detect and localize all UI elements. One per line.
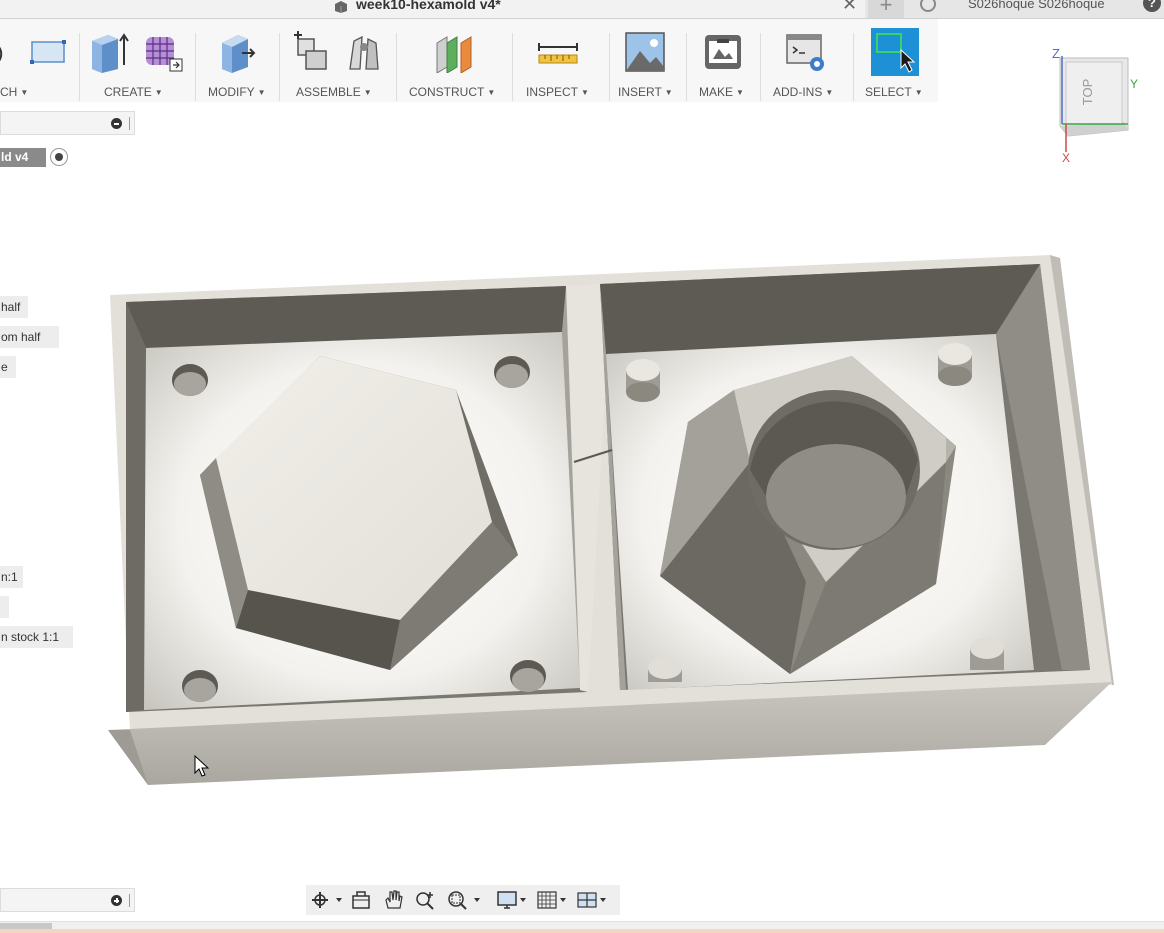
toolbar-group-construct: CONSTRUCT ▼ <box>397 19 509 102</box>
browser-item[interactable]: e <box>0 356 16 378</box>
viewcube-axis-x: X <box>1062 151 1070 165</box>
pan-icon[interactable] <box>382 890 404 910</box>
viewcube-axis-z: Z <box>1052 46 1060 61</box>
mouse-cursor-icon <box>194 755 210 777</box>
toolbar-label-inspect[interactable]: INSPECT ▼ <box>526 85 589 99</box>
toolbar-label-construct[interactable]: CONSTRUCT ▼ <box>409 85 495 99</box>
toolbar-label-create[interactable]: CREATE ▼ <box>104 85 163 99</box>
insert-image-icon[interactable] <box>624 31 666 73</box>
active-component-radio-icon[interactable] <box>50 148 68 166</box>
print-3d-icon[interactable] <box>703 31 743 73</box>
document-tab[interactable]: week10-hexamold v4* ✕ <box>0 0 865 18</box>
extrude-box-icon[interactable] <box>88 31 132 73</box>
orbit-icon[interactable] <box>310 890 346 910</box>
mold-model-viewport[interactable] <box>100 250 1120 795</box>
toolbar-label-modify[interactable]: MODIFY ▼ <box>208 85 266 99</box>
title-tab-bar: week10-hexamold v4* ✕ + S026hoque S026ho… <box>0 0 1164 19</box>
document-title: week10-hexamold v4* <box>356 0 501 12</box>
viewports-icon[interactable] <box>576 890 612 910</box>
fit-icon[interactable] <box>446 890 486 910</box>
offset-plane-icon[interactable] <box>433 31 475 73</box>
main-toolbar: CH ▼ CREATE ▼ MODIFY ▼ ASSEMBLE ▼ CONSTR… <box>0 19 938 102</box>
toolbar-label-sketch[interactable]: CH ▼ <box>0 85 28 99</box>
joint-icon[interactable] <box>344 31 384 73</box>
browser-item[interactable]: om half <box>0 326 59 348</box>
panel-grip-handle[interactable] <box>129 117 130 130</box>
look-at-icon[interactable] <box>350 890 372 910</box>
browser-document-node[interactable]: ld v4 <box>0 148 46 167</box>
press-pull-icon[interactable] <box>216 31 258 73</box>
comments-panel-header <box>0 888 135 912</box>
select-window-icon[interactable] <box>871 28 919 76</box>
sketch-rectangle-icon[interactable] <box>28 39 68 67</box>
toolbar-label-select[interactable]: SELECT ▼ <box>865 85 923 99</box>
document-cube-icon <box>335 1 347 13</box>
zoom-icon[interactable] <box>414 890 436 910</box>
collapse-browser-icon[interactable] <box>111 118 122 129</box>
toolbar-group-sketch: CH ▼ <box>0 19 78 102</box>
viewcube-face-label[interactable]: TOP <box>1080 79 1095 106</box>
grid-icon[interactable] <box>536 890 572 910</box>
toolbar-group-add-ins: ADD-INS ▼ <box>761 19 853 102</box>
display-settings-icon[interactable] <box>496 890 532 910</box>
panel-grip-handle[interactable] <box>129 894 130 907</box>
scripts-addins-icon[interactable] <box>785 31 827 73</box>
left-cavity <box>126 286 588 712</box>
browser-item[interactable]: half <box>0 296 29 318</box>
user-account[interactable]: S026hoque S026hoque <box>968 0 1105 11</box>
toolbar-group-modify: MODIFY ▼ <box>196 19 278 102</box>
browser-item[interactable]: n:1 <box>0 566 23 588</box>
toolbar-label-insert[interactable]: INSERT ▼ <box>618 85 673 99</box>
toolbar-label-assemble[interactable]: ASSEMBLE ▼ <box>296 85 372 99</box>
toolbar-group-make: MAKE ▼ <box>687 19 759 102</box>
toolbar-group-assemble: ASSEMBLE ▼ <box>280 19 394 102</box>
toolbar-group-create: CREATE ▼ <box>80 19 192 102</box>
navigation-bar <box>306 885 620 915</box>
toolbar-group-insert: INSERT ▼ <box>610 19 686 102</box>
toolbar-label-make[interactable]: MAKE ▼ <box>699 85 744 99</box>
toolbar-group-select: SELECT ▼ <box>854 19 938 102</box>
new-tab-button[interactable]: + <box>868 0 904 18</box>
timeline-strip <box>0 929 1164 933</box>
browser-item[interactable]: n stock 1:1 <box>0 626 73 648</box>
toolbar-group-inspect: INSPECT ▼ <box>513 19 609 102</box>
toolbar-label-add-ins[interactable]: ADD-INS ▼ <box>773 85 833 99</box>
expand-comments-icon[interactable] <box>111 895 122 906</box>
viewcube-axis-y: Y <box>1130 77 1138 91</box>
new-component-icon[interactable] <box>290 31 330 73</box>
view-cube[interactable]: TOP Z Y X <box>1040 40 1164 170</box>
right-cavity <box>573 264 1090 690</box>
help-icon[interactable]: ? <box>1143 0 1161 12</box>
browser-item[interactable] <box>0 596 9 618</box>
close-tab-icon[interactable]: ✕ <box>842 0 857 15</box>
browser-panel-header <box>0 111 135 135</box>
sketch-arc-icon[interactable] <box>0 39 16 67</box>
measure-ruler-icon[interactable] <box>537 31 579 73</box>
job-status-icon[interactable] <box>920 0 936 12</box>
form-grid-icon[interactable] <box>142 31 184 73</box>
